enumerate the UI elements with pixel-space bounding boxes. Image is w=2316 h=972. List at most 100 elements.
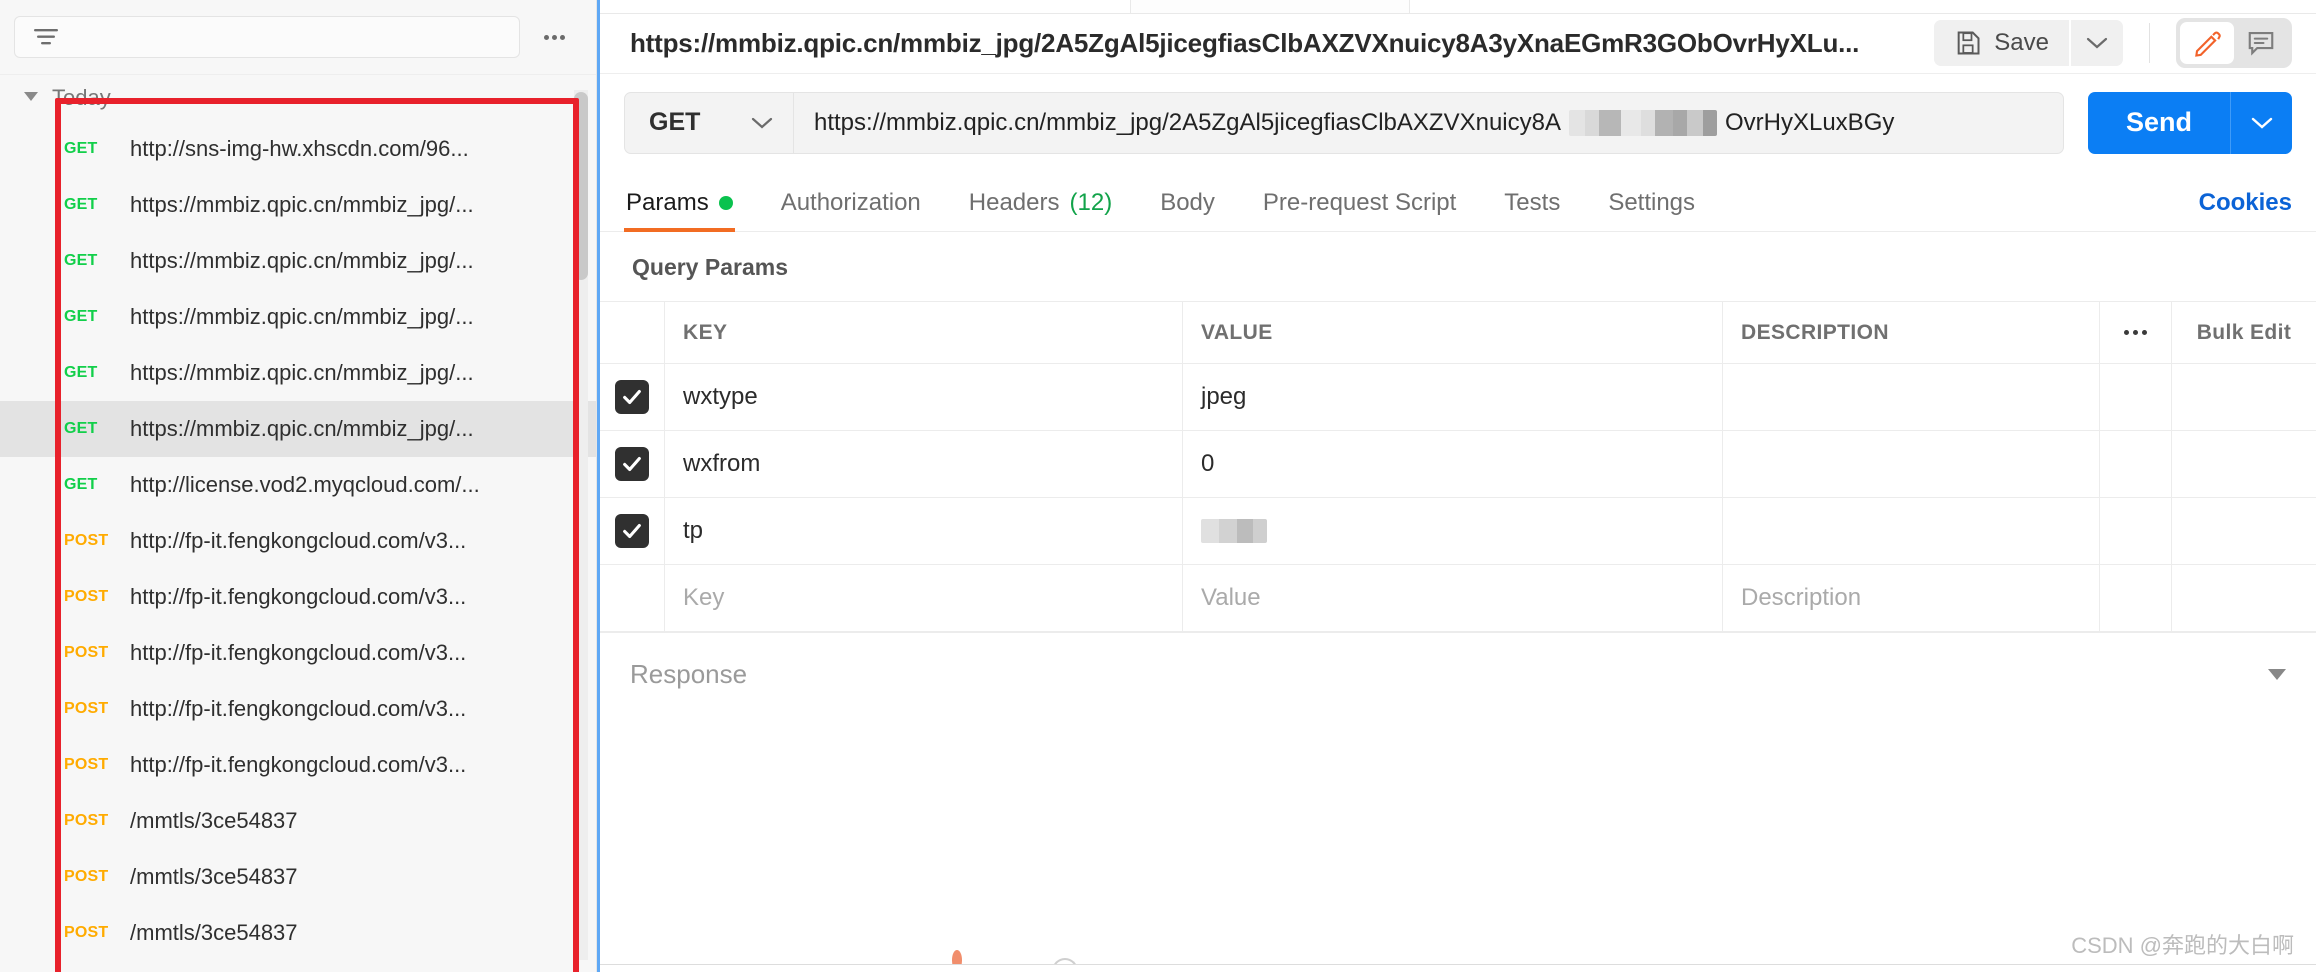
request-list-item[interactable]: POST/mmtls/3ce54837 (0, 793, 596, 849)
comment-icon (2248, 32, 2274, 56)
new-row-check-cell[interactable] (600, 565, 665, 632)
table-options-icon[interactable] (2100, 302, 2172, 364)
request-list-item[interactable]: POST/mmtls/3ce54837 (0, 849, 596, 905)
row-checkbox[interactable] (615, 514, 649, 549)
watermark: CSDN @奔跑的大白啊 (2071, 933, 2294, 959)
comment-mode-button[interactable] (2234, 22, 2288, 64)
request-url-label: http://fp-it.fengkongcloud.com/v3... (130, 696, 467, 721)
param-value-cell[interactable]: jpeg (1183, 364, 1723, 431)
request-list-item[interactable]: GET http://sns-img-hw.xhscdn.com/96... (0, 121, 596, 177)
request-list-item[interactable]: POST http://fp-it.fengkongcloud.com/v3... (0, 513, 596, 569)
bulk-edit-button[interactable]: Bulk Edit (2172, 302, 2316, 363)
request-url-label: http://fp-it.fengkongcloud.com/v3... (130, 640, 467, 665)
request-list-item[interactable]: GET https://mmbiz.qpic.cn/mmbiz_jpg/... (0, 401, 596, 457)
request-method-badge: GET (64, 196, 98, 213)
url-input[interactable]: https://mmbiz.qpic.cn/mmbiz_jpg/2A5ZgAl5… (794, 91, 2064, 154)
param-key-cell[interactable]: wxfrom (665, 431, 1183, 498)
sidebar-scrollbar-thumb[interactable] (574, 92, 588, 280)
request-method-badge: POST (64, 700, 109, 717)
row-bulk-cell (2172, 498, 2316, 564)
row-options-cell[interactable] (2100, 431, 2172, 498)
chevron-down-icon (24, 91, 38, 101)
send-dropdown-button[interactable] (2230, 91, 2292, 154)
filter-input[interactable] (14, 16, 520, 58)
tab-count: (12) (1069, 189, 1113, 217)
request-list-item[interactable]: POST http://fp-it.fengkongcloud.com/v3... (0, 681, 596, 737)
tab-settings[interactable]: Settings (1608, 189, 1695, 231)
request-tabs[interactable]: Params Authorization Headers (12) Body Pre-re… (600, 172, 2316, 233)
param-value-cell[interactable]: 0 (1183, 431, 1723, 498)
row-checkbox[interactable] (615, 380, 649, 415)
request-method-badge: GET (64, 252, 98, 269)
tab-pre-request-script[interactable]: Pre-request Script (1263, 189, 1456, 231)
param-key-cell[interactable]: wxtype (665, 364, 1183, 431)
send-button[interactable]: Send (2087, 91, 2230, 154)
save-button-group: Save (1934, 20, 2123, 67)
check-icon (623, 524, 641, 539)
header-check-cell (600, 302, 665, 364)
http-method-select[interactable]: GET (624, 91, 794, 154)
table-row[interactable]: wxtype jpeg (600, 364, 2316, 432)
redacted-url-segment (1568, 109, 1717, 136)
tab-tests[interactable]: Tests (1504, 189, 1560, 231)
open-tab-placeholder[interactable] (1130, 0, 1410, 13)
new-value-placeholder: Value (1201, 584, 1261, 612)
edit-mode-button[interactable] (2180, 22, 2234, 65)
tab-body[interactable]: Body (1160, 189, 1215, 231)
request-list-item[interactable]: POST http://fp-it.fengkongcloud.com/v3... (0, 569, 596, 625)
param-value-cell[interactable] (1183, 498, 1723, 565)
row-options-cell[interactable] (2100, 364, 2172, 431)
sidebar-group-today[interactable]: Today (0, 75, 596, 121)
chevron-down-icon (2251, 117, 2272, 129)
pencil-icon (2195, 31, 2221, 58)
request-list-item[interactable]: POST/mmtls/3ce54837 (0, 905, 596, 961)
tab-label: Settings (1608, 189, 1696, 217)
chevron-down-icon[interactable] (2268, 669, 2286, 681)
request-url-label: /mmtls/3ce54837 (130, 808, 298, 833)
tab-params[interactable]: Params (624, 189, 735, 233)
param-description-cell[interactable] (1723, 364, 2100, 431)
tab-headers[interactable]: Headers (12) (969, 189, 1112, 231)
request-list-item[interactable]: GET https://mmbiz.qpic.cn/mmbiz_jpg/... (0, 345, 596, 401)
table-row[interactable]: tp (600, 498, 2316, 566)
row-check-cell[interactable] (600, 498, 665, 565)
table-new-row[interactable]: Key Value Description (600, 565, 2316, 633)
row-options-cell[interactable] (2100, 498, 2172, 565)
request-method-badge: GET (64, 420, 98, 437)
row-checkbox[interactable] (615, 447, 649, 482)
request-list-item[interactable]: GET https://mmbiz.qpic.cn/mmbiz_jpg/... (0, 177, 596, 233)
table-row[interactable]: wxfrom 0 (600, 431, 2316, 499)
save-button[interactable]: Save (1934, 20, 2069, 67)
request-list-item[interactable]: GET https://mmbiz.qpic.cn/mmbiz_jpg/... (0, 289, 596, 345)
new-value-input[interactable]: Value (1183, 565, 1723, 632)
param-description-cell[interactable] (1723, 498, 2100, 565)
header-value: VALUE (1183, 302, 1723, 364)
check-icon (623, 390, 641, 405)
request-history-list[interactable]: GET http://sns-img-hw.xhscdn.com/96... GET… (0, 121, 596, 972)
tab-authorization[interactable]: Authorization (781, 189, 921, 231)
save-dropdown-button[interactable] (2069, 20, 2123, 67)
request-method-badge: POST (64, 868, 109, 885)
new-description-input[interactable]: Description (1723, 565, 2100, 632)
request-url-label: http://fp-it.fengkongcloud.com/v3... (130, 584, 467, 609)
row-check-cell[interactable] (600, 431, 665, 498)
app-window: Today GET http://sns-img-hw.xhscdn.com/96… (0, 0, 2316, 972)
request-method-badge: GET (64, 476, 98, 493)
cookies-link[interactable]: Cookies (2199, 189, 2292, 231)
new-row-options-cell (2100, 565, 2172, 632)
param-description-cell[interactable] (1723, 431, 2100, 498)
new-key-input[interactable]: Key (665, 565, 1183, 632)
row-check-cell[interactable] (600, 364, 665, 431)
request-list-item[interactable]: POST http://fp-it.fengkongcloud.com/v3... (0, 625, 596, 681)
request-list-item[interactable]: POST http://fp-it.fengkongcloud.com/v3... (0, 737, 596, 793)
sidebar-more-icon[interactable] (534, 21, 574, 53)
dot (2124, 330, 2129, 336)
response-section-header[interactable]: Response (600, 632, 2316, 716)
request-list-item[interactable]: GET https://mmbiz.qpic.cn/mmbiz_jpg/... (0, 233, 596, 289)
sidebar-group-label: Today (52, 85, 111, 110)
dots-group (2124, 330, 2147, 336)
param-key-cell[interactable]: tp (665, 498, 1183, 565)
view-mode-toggle (2176, 18, 2292, 69)
request-url-label: https://mmbiz.qpic.cn/mmbiz_jpg/... (130, 192, 474, 217)
request-list-item[interactable]: GET http://license.vod2.myqcloud.com/... (0, 457, 596, 513)
